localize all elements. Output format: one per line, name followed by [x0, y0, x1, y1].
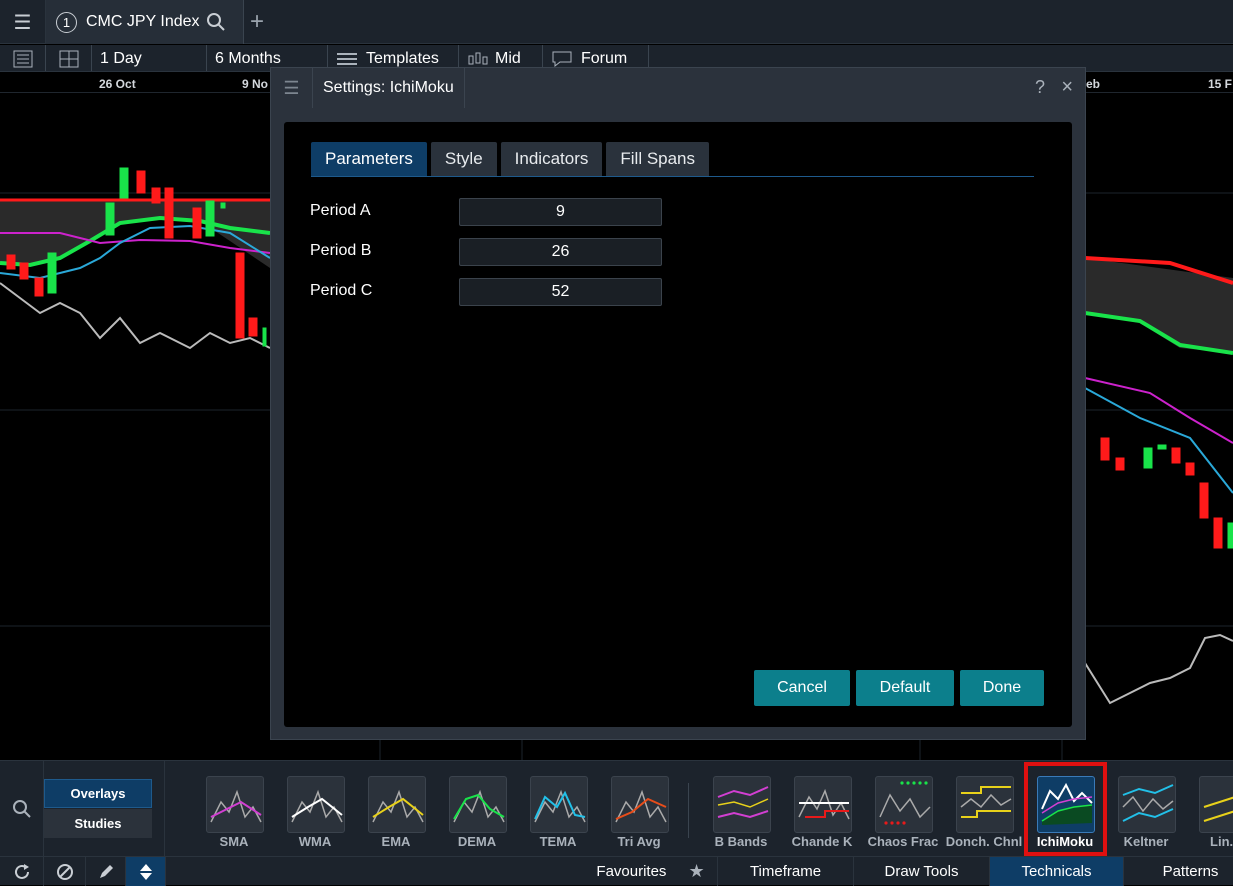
hamburger-menu-icon[interactable]: ☰	[0, 0, 46, 44]
instrument-name: CMC JPY Index	[86, 13, 200, 30]
keltner-label: Keltner	[1123, 834, 1169, 849]
pencil-icon[interactable]	[86, 857, 126, 886]
favourites-tab[interactable]: Favourites ★	[584, 857, 718, 886]
star-icon: ★	[688, 861, 705, 881]
add-tab-icon[interactable]: +	[250, 8, 264, 36]
date-label: 15 F	[1208, 77, 1233, 91]
wma-study-thumbnail[interactable]	[287, 776, 345, 833]
studies-toggle[interactable]: Studies	[44, 809, 152, 838]
templates-icon	[337, 52, 357, 65]
period-a-input[interactable]: 9	[459, 198, 662, 226]
search-icon[interactable]	[0, 761, 44, 857]
chande-k-label: Chande K	[791, 834, 853, 849]
dialog-title: Settings: IchiMoku	[313, 68, 465, 108]
b-bands-study-thumbnail[interactable]	[713, 776, 771, 833]
clear-icon[interactable]	[44, 857, 86, 886]
sort-arrows-icon[interactable]	[126, 857, 166, 886]
settings-dialog: ☰ Settings: IchiMoku ? × Parameters Styl…	[270, 67, 1086, 740]
tab-parameters[interactable]: Parameters	[311, 142, 427, 176]
date-label: eb	[1086, 77, 1101, 91]
lin-study-thumbnail[interactable]	[1199, 776, 1233, 833]
window-tab-bar: ☰ 1 CMC JPY Index +	[0, 0, 1233, 44]
favourites-label: Favourites	[596, 863, 667, 880]
done-button[interactable]: Done	[960, 670, 1044, 706]
period-c-label: Period C	[310, 282, 373, 299]
period-a-label: Period A	[310, 202, 371, 219]
tab-indicators[interactable]: Indicators	[500, 142, 603, 176]
draw-tools-tab[interactable]: Draw Tools	[854, 857, 990, 886]
interval-selector[interactable]: 1 Day	[92, 45, 207, 71]
cancel-button[interactable]: Cancel	[754, 670, 850, 706]
templates-label: Templates	[366, 49, 439, 67]
price-type-label: Mid	[495, 49, 521, 67]
instrument-number-badge: 1	[56, 11, 77, 33]
dema-study-thumbnail[interactable]	[449, 776, 507, 833]
default-button[interactable]: Default	[856, 670, 954, 706]
overlays-toggle[interactable]: Overlays	[44, 779, 152, 808]
refresh-icon[interactable]	[0, 857, 44, 886]
patterns-tab[interactable]: Patterns	[1124, 857, 1233, 886]
ema-label: EMA	[381, 834, 411, 849]
donch-chnl-study-thumbnail[interactable]	[956, 776, 1014, 833]
technicals-tab[interactable]: Technicals	[990, 857, 1124, 886]
candles-icon	[468, 52, 488, 64]
selection-highlight	[1024, 762, 1107, 856]
bottom-nav-bar: Favourites ★ Timeframe Draw Tools Techni…	[0, 856, 1233, 886]
date-label: 26 Oct	[99, 77, 136, 91]
tab-style[interactable]: Style	[430, 142, 497, 176]
wma-label: WMA	[298, 834, 332, 849]
period-b-label: Period B	[310, 242, 372, 259]
chaos-frac-study-thumbnail[interactable]	[875, 776, 933, 833]
tab-fill-spans[interactable]: Fill Spans	[606, 142, 710, 176]
chande-k-study-thumbnail[interactable]	[794, 776, 852, 833]
dialog-header[interactable]: ☰ Settings: IchiMoku ? ×	[271, 68, 1085, 108]
lin-label: Lin. 5	[1210, 834, 1233, 849]
search-icon[interactable]	[206, 12, 226, 32]
dema-label: DEMA	[457, 834, 497, 849]
period-b-input[interactable]: 26	[459, 238, 662, 266]
layout-icon[interactable]	[46, 45, 92, 71]
list-icon[interactable]	[0, 45, 46, 71]
settings-tabs: Parameters Style Indicators Fill Spans	[311, 142, 1034, 177]
sma-label: SMA	[219, 834, 249, 849]
b-bands-label: B Bands	[714, 834, 768, 849]
timeframe-tab[interactable]: Timeframe	[718, 857, 854, 886]
tri-avg-label: Tri Avg	[617, 834, 661, 849]
tri-avg-study-thumbnail[interactable]	[611, 776, 669, 833]
sma-study-thumbnail[interactable]	[206, 776, 264, 833]
donch-chnl-label: Donch. Chnl	[945, 834, 1023, 849]
forum-label: Forum	[581, 49, 628, 67]
dialog-body: Parameters Style Indicators Fill Spans P…	[284, 122, 1072, 727]
drag-handle-icon[interactable]: ☰	[271, 68, 313, 108]
chaos-frac-label: Chaos Frac	[867, 834, 939, 849]
help-icon[interactable]: ?	[1035, 77, 1045, 98]
ema-study-thumbnail[interactable]	[368, 776, 426, 833]
close-icon[interactable]: ×	[1061, 76, 1073, 99]
tema-study-thumbnail[interactable]	[530, 776, 588, 833]
period-c-input[interactable]: 52	[459, 278, 662, 306]
instrument-tab[interactable]: 1 CMC JPY Index	[46, 0, 244, 44]
tema-label: TEMA	[539, 834, 577, 849]
chat-bubble-icon	[552, 51, 572, 67]
date-label: 9 No	[242, 77, 269, 91]
keltner-study-thumbnail[interactable]	[1118, 776, 1176, 833]
